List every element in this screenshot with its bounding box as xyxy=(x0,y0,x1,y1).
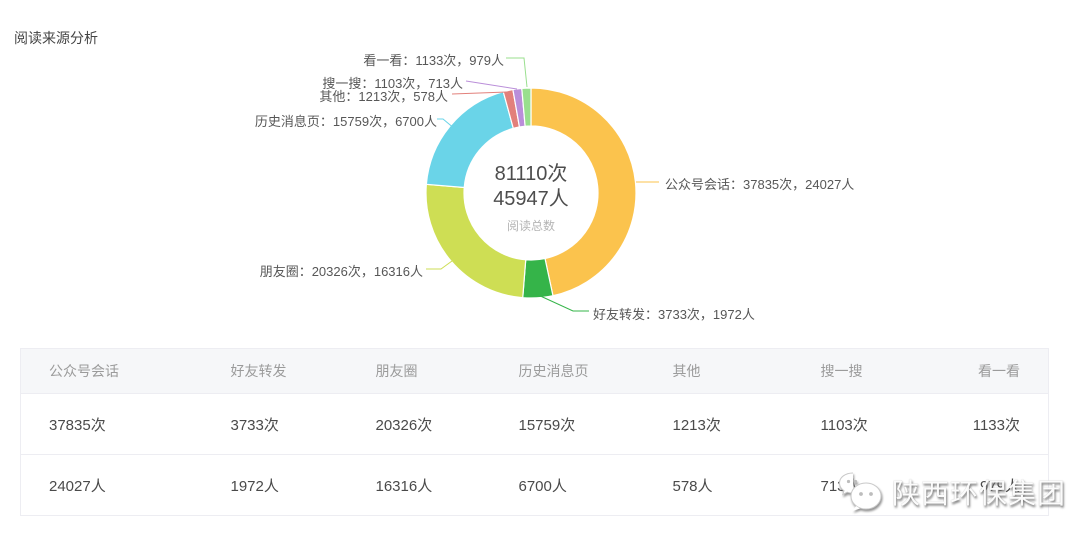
cell-readers-session: 24027人 xyxy=(21,455,203,516)
cell-reads-session: 37835次 xyxy=(21,394,203,455)
pie-slice-朋友圈[interactable] xyxy=(426,184,526,297)
pie-label-top-stories: 看一看：1133次，979人 xyxy=(363,50,504,69)
col-header-top-stories: 看一看 xyxy=(943,349,1049,394)
leader-line-top-stories xyxy=(506,58,527,87)
pie-label-official-account-session: 公众号会话：37835次，24027人 xyxy=(665,174,854,193)
col-header-moments: 朋友圈 xyxy=(348,349,491,394)
donut-slices xyxy=(426,88,636,298)
read-source-analysis-page: 阅读来源分析 81110次 45947人 阅读总数 看一看：1133次，979人… xyxy=(0,0,1080,551)
watermark-text: 陕西环保集团 xyxy=(892,472,1066,512)
table-row-reads: 37835次 3733次 20326次 15759次 1213次 1103次 1… xyxy=(21,394,1049,455)
cell-readers-other: 578人 xyxy=(645,455,793,516)
pie-label-history-page: 历史消息页：15759次，6700人 xyxy=(255,111,437,130)
cell-reads-history: 15759次 xyxy=(491,394,645,455)
wechat-logo-icon xyxy=(836,470,886,514)
leader-line-moments xyxy=(426,261,452,269)
pie-label-moments: 朋友圈：20326次，16316人 xyxy=(260,261,423,280)
pie-label-other: 其他：1213次，578人 xyxy=(319,86,448,105)
cell-reads-top-stories: 1133次 xyxy=(943,394,1049,455)
cell-readers-forward: 1972人 xyxy=(203,455,348,516)
cell-readers-history: 6700人 xyxy=(491,455,645,516)
leader-line-search xyxy=(466,81,517,89)
donut-chart xyxy=(0,0,1080,345)
col-header-session: 公众号会话 xyxy=(21,349,203,394)
col-header-forward: 好友转发 xyxy=(203,349,348,394)
cell-readers-moments: 16316人 xyxy=(348,455,491,516)
table-header-row: 公众号会话 好友转发 朋友圈 历史消息页 其他 搜一搜 看一看 xyxy=(21,349,1049,394)
cell-reads-forward: 3733次 xyxy=(203,394,348,455)
watermark: 陕西环保集团 xyxy=(836,470,1066,514)
cell-reads-moments: 20326次 xyxy=(348,394,491,455)
col-header-search: 搜一搜 xyxy=(793,349,943,394)
col-header-other: 其他 xyxy=(645,349,793,394)
cell-reads-other: 1213次 xyxy=(645,394,793,455)
col-header-history: 历史消息页 xyxy=(491,349,645,394)
cell-reads-search: 1103次 xyxy=(793,394,943,455)
pie-slice-历史消息页[interactable] xyxy=(426,92,513,188)
pie-label-friend-forward: 好友转发：3733次，1972人 xyxy=(593,304,755,323)
